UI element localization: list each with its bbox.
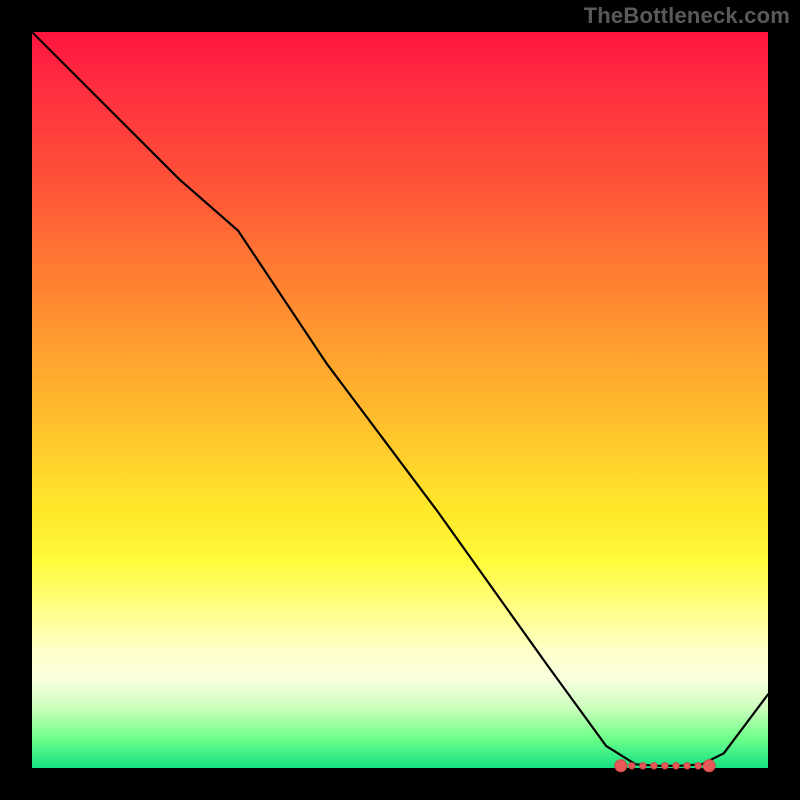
plot-area xyxy=(32,32,768,768)
curve-marker xyxy=(615,760,627,772)
curve-marker xyxy=(695,763,701,769)
curve-marker xyxy=(651,763,657,769)
watermark-text: TheBottleneck.com xyxy=(584,3,790,29)
chart-svg xyxy=(32,32,768,768)
curve-marker xyxy=(684,763,690,769)
curve-marker xyxy=(703,760,715,772)
bottleneck-curve xyxy=(32,32,768,766)
curve-marker xyxy=(673,763,679,769)
curve-marker xyxy=(640,763,646,769)
chart-frame: TheBottleneck.com xyxy=(0,0,800,800)
curve-marker xyxy=(629,763,635,769)
curve-marker xyxy=(662,763,668,769)
